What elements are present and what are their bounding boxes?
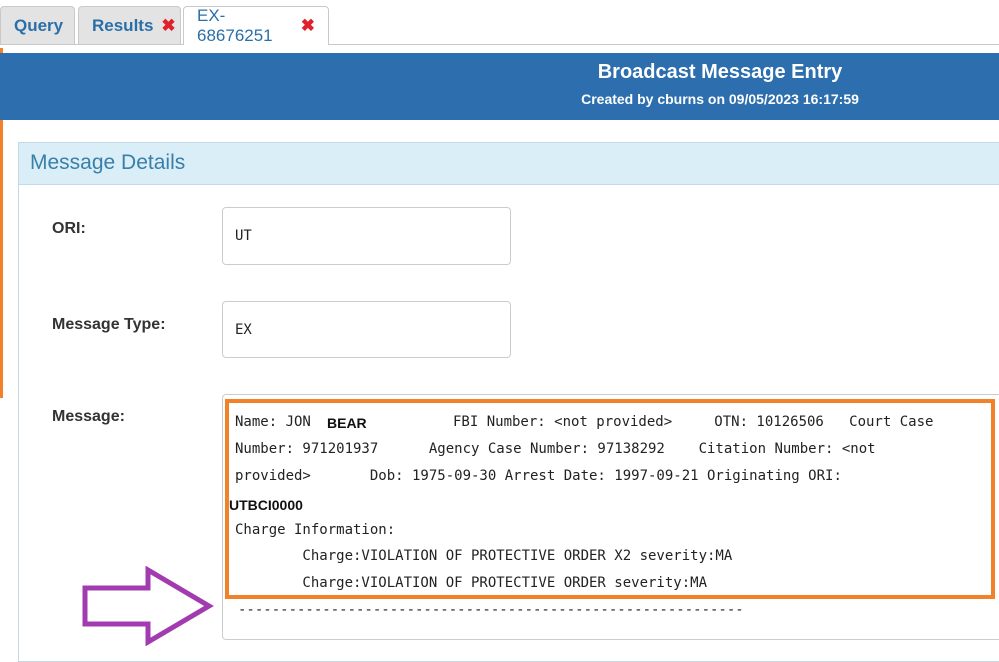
tab-results[interactable]: Results ✖	[78, 6, 181, 44]
message-label: Message:	[52, 408, 125, 425]
message-line-8: ----------------------------------------…	[238, 602, 744, 618]
page-subtitle: Created by cburns on 09/05/2023 16:17:59	[581, 91, 859, 107]
message-type-field[interactable]: EX	[222, 301, 511, 358]
page-title: Broadcast Message Entry	[597, 61, 843, 83]
panel-title: Message Details	[30, 151, 186, 174]
message-type-label: Message Type:	[52, 316, 166, 333]
message-highlight-box	[225, 399, 995, 599]
tab-bar: Query Results ✖ EX-68676251 ✖	[0, 0, 999, 45]
tab-bar-divider	[0, 44, 999, 45]
close-icon[interactable]: ✖	[161, 16, 175, 36]
ori-label: ORI:	[52, 220, 86, 237]
close-icon[interactable]: ✖	[301, 16, 315, 36]
tab-ex-68676251[interactable]: EX-68676251 ✖	[183, 6, 329, 45]
tab-label: EX-68676251	[197, 6, 273, 45]
ori-value: UT	[235, 228, 252, 244]
tab-query[interactable]: Query	[0, 6, 75, 44]
ori-field[interactable]: UT	[222, 207, 511, 265]
page-header: Broadcast Message Entry Created by cburn…	[0, 53, 999, 120]
message-type-value: EX	[235, 321, 252, 338]
pointer-arrow-icon	[82, 566, 214, 646]
tab-label: Results	[92, 15, 154, 35]
panel-header: Message Details	[19, 143, 999, 185]
tab-label: Query	[14, 15, 64, 35]
